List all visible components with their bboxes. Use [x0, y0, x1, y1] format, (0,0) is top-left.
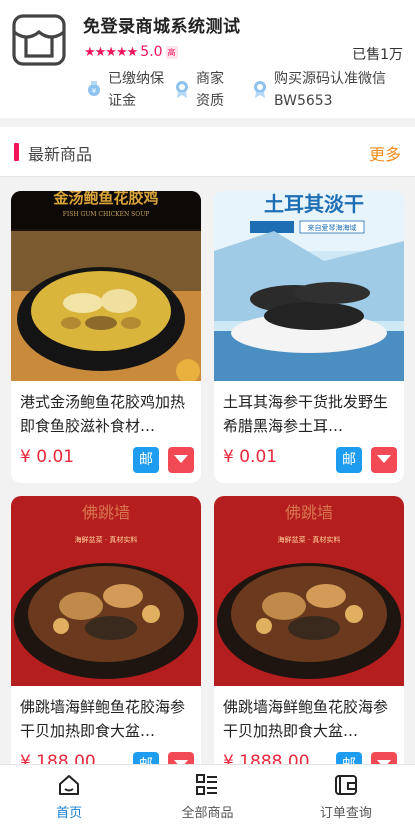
product-title[interactable]: 佛跳墙海鲜鲍鱼花胶海参干贝加热即食大盆…: [223, 695, 399, 743]
free-shipping-badge: 邮: [336, 752, 362, 764]
free-shipping-badge: 邮: [133, 752, 159, 764]
shop-rating: ★★★★★ 5.0 高: [84, 44, 178, 60]
wechat-badge: 购买源码认准微信BW5653: [252, 68, 415, 112]
tab-order-query[interactable]: 订单查询: [277, 765, 415, 824]
svg-text:佛跳墙: 佛跳墙: [285, 503, 333, 522]
dropdown-button[interactable]: [168, 752, 194, 764]
chevron-down-icon: [174, 455, 188, 463]
tab-all-products-label: 全部商品: [181, 806, 234, 821]
svg-text:来自爱琴海海域: 来自爱琴海海域: [308, 223, 357, 232]
product-card[interactable]: 土耳其淡干 来自爱琴海海域 土耳其海参干货批发野生希腊黑海参土耳… ¥ 0.01…: [214, 191, 404, 483]
deposit-badge: ¥ 已缴纳保证金: [86, 68, 172, 112]
product-title[interactable]: 港式金汤鲍鱼花胶鸡加热即食鱼胶滋补食材…: [20, 390, 196, 438]
latest-products-header: 最新商品 更多: [0, 127, 415, 177]
product-image[interactable]: 佛跳墙 海鲜盆菜 · 真材实料: [11, 496, 201, 686]
tab-home[interactable]: 首页: [0, 765, 138, 824]
product-title[interactable]: 佛跳墙海鲜鲍鱼花胶海参干贝加热即食大盆…: [20, 695, 196, 743]
deposit-badge-icon: ¥: [88, 81, 100, 96]
dropdown-button[interactable]: [371, 752, 397, 764]
wechat-badge-icon: [254, 81, 266, 98]
bottom-tabbar: 首页 全部商品 订单查询: [0, 764, 415, 824]
svg-text:海鲜盆菜 · 真材实料: 海鲜盆菜 · 真材实料: [75, 535, 138, 544]
svg-text:FISH GUM CHICKEN SOUP: FISH GUM CHICKEN SOUP: [63, 211, 150, 218]
product-price: ¥ 188.00: [20, 752, 96, 764]
rating-score: 5.0: [140, 44, 163, 60]
svg-text:金汤鲍鱼花胶鸡: 金汤鲍鱼花胶鸡: [52, 191, 158, 207]
product-title[interactable]: 土耳其海参干货批发野生希腊黑海参土耳…: [223, 390, 399, 438]
tab-home-label: 首页: [56, 806, 83, 821]
shop-header: 免登录商城系统测试 ★★★★★ 5.0 高 已售1万 ¥ 已缴纳保证金 商家资质…: [0, 0, 415, 118]
section-title: 最新商品: [28, 145, 93, 164]
product-image[interactable]: 佛跳墙 海鲜盆菜 · 真材实料: [214, 496, 404, 686]
product-card[interactable]: 金汤鲍鱼花胶鸡 FISH GUM CHICKEN SOUP 港式金汤鲍鱼花胶鸡加…: [11, 191, 201, 483]
product-image[interactable]: 金汤鲍鱼花胶鸡 FISH GUM CHICKEN SOUP: [11, 191, 201, 381]
product-price: ¥ 1888.00: [223, 752, 310, 764]
product-card[interactable]: 佛跳墙 海鲜盆菜 · 真材实料 佛跳墙海鲜鲍鱼花胶海参干贝加热即食大盆… ¥ 1…: [214, 496, 404, 764]
product-grid: 金汤鲍鱼花胶鸡 FISH GUM CHICKEN SOUP 港式金汤鲍鱼花胶鸡加…: [0, 178, 415, 764]
rating-stars: ★★★★★: [84, 44, 138, 60]
section-marker: [14, 143, 19, 161]
product-price: ¥ 0.01: [223, 447, 278, 467]
tab-order-query-label: 订单查询: [319, 806, 372, 821]
tab-all-products[interactable]: 全部商品: [138, 765, 276, 824]
home-icon: [59, 775, 80, 795]
free-shipping-badge: 邮: [133, 447, 159, 473]
rating-level-badge: 高: [165, 45, 178, 59]
wechat-badge-text: 购买源码认准微信BW5653: [274, 71, 386, 109]
list-icon: [196, 774, 218, 795]
svg-text:¥: ¥: [92, 87, 97, 95]
qualification-badge: 商家资质: [174, 68, 232, 112]
shop-name: 免登录商城系统测试: [83, 17, 241, 37]
more-link[interactable]: 更多: [369, 141, 401, 165]
svg-text:土耳其淡干: 土耳其淡干: [264, 192, 364, 216]
product-card[interactable]: 佛跳墙 海鲜盆菜 · 真材实料 佛跳墙海鲜鲍鱼花胶海参干贝加热即食大盆… ¥ 1…: [11, 496, 201, 764]
svg-text:海鲜盆菜 · 真材实料: 海鲜盆菜 · 真材实料: [278, 535, 341, 544]
qualification-badge-icon: [176, 81, 188, 98]
dropdown-button[interactable]: [371, 447, 397, 473]
free-shipping-badge: 邮: [336, 447, 362, 473]
order-icon: [334, 775, 357, 795]
qualification-badge-text: 商家资质: [196, 71, 224, 109]
chevron-down-icon: [377, 455, 391, 463]
deposit-badge-text: 已缴纳保证金: [108, 71, 164, 109]
store-icon: [12, 14, 66, 66]
sold-count: 已售1万: [352, 47, 403, 63]
svg-text:佛跳墙: 佛跳墙: [82, 503, 130, 522]
product-price: ¥ 0.01: [20, 447, 75, 467]
dropdown-button[interactable]: [168, 447, 194, 473]
product-image[interactable]: 土耳其淡干 来自爱琴海海域: [214, 191, 404, 381]
